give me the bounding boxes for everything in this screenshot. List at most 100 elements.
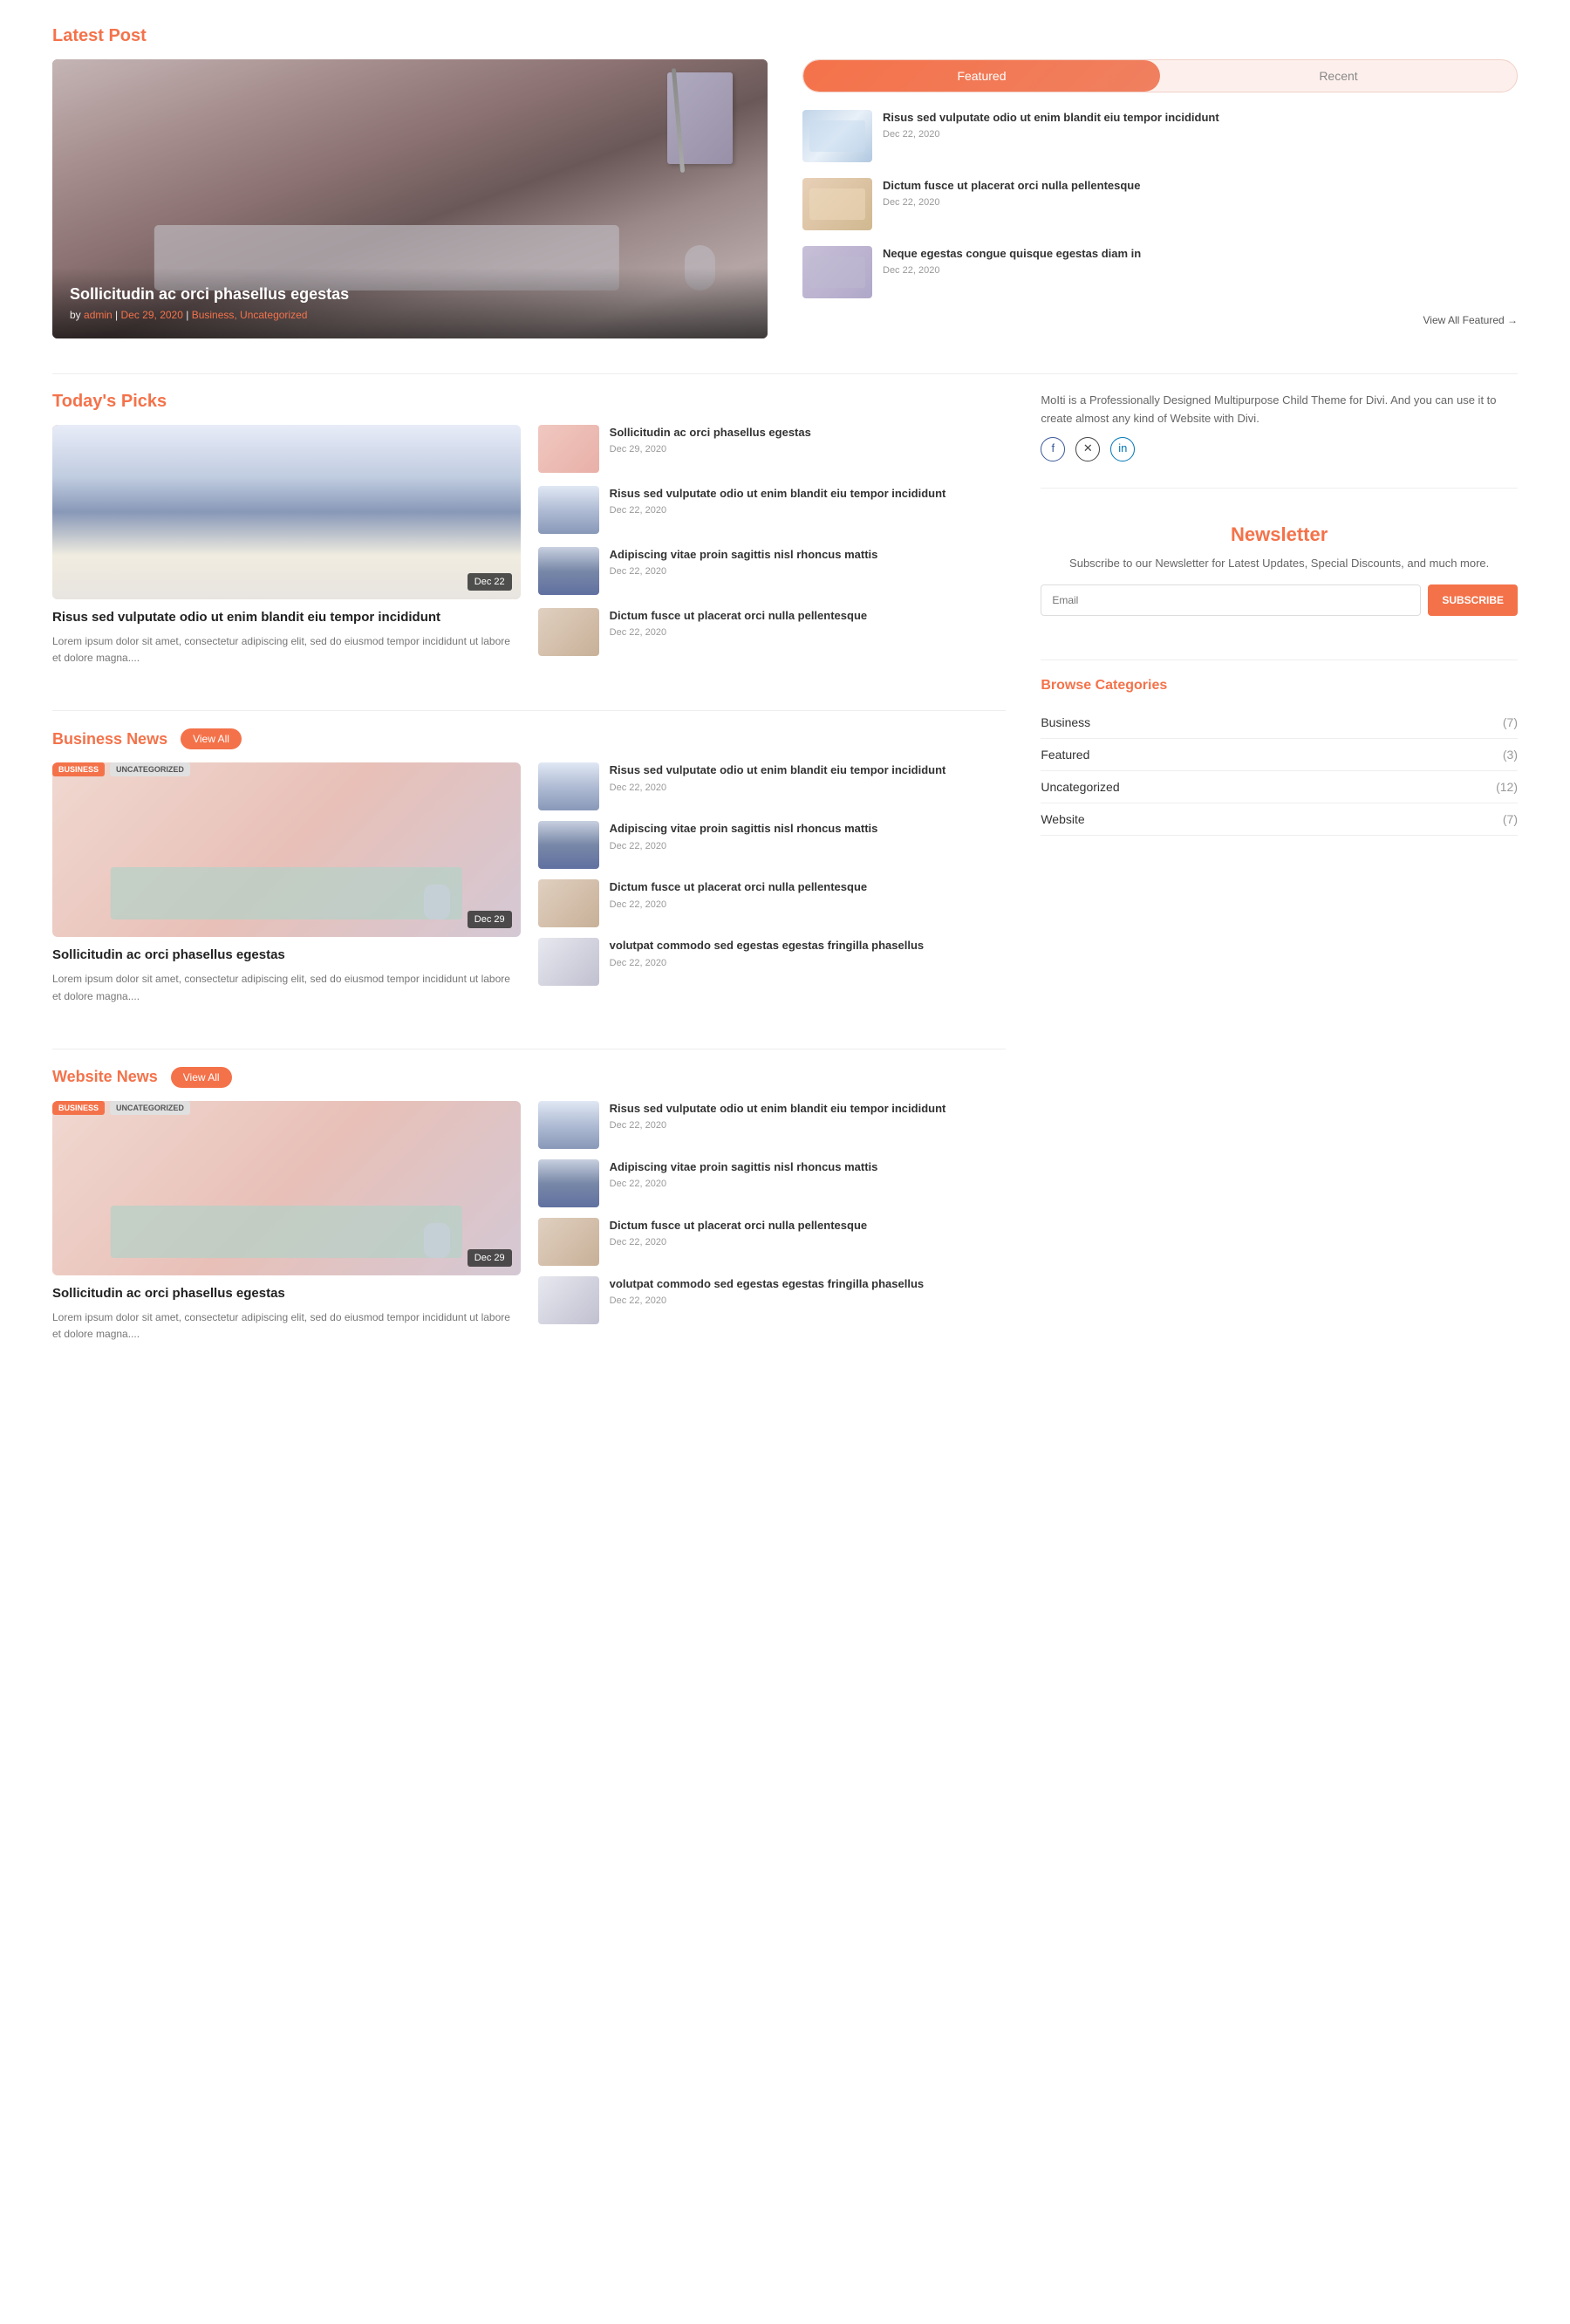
todays-picks-section: Today's Picks BUSINESS FEATURED UNCATEGO… (52, 392, 1006, 675)
website-main-post[interactable]: BUSINESS UNCATEGORIZED Dec 29 Sollicitud… (52, 1101, 521, 1351)
newsletter-title: Newsletter (1041, 523, 1518, 546)
social-twitter-icon[interactable]: ✕ (1075, 437, 1100, 461)
small-post-title: Dictum fusce ut placerat orci nulla pell… (610, 879, 1007, 895)
small-post-item[interactable]: Risus sed vulputate odio ut enim blandit… (538, 486, 1007, 534)
small-post-item[interactable]: Risus sed vulputate odio ut enim blandit… (538, 1101, 1007, 1149)
picks-main-title: Risus sed vulputate odio ut enim blandit… (52, 608, 521, 626)
small-post-thumb (538, 1159, 599, 1207)
category-count: (7) (1503, 812, 1518, 826)
small-post-item[interactable]: Dictum fusce ut placerat orci nulla pell… (538, 879, 1007, 927)
small-post-date: Dec 29, 2020 (610, 444, 1007, 455)
view-all-featured-anchor[interactable]: View All Featured → (1423, 314, 1519, 326)
small-post-item[interactable]: volutpat commodo sed egestas egestas fri… (538, 1276, 1007, 1324)
small-post-info: Adipiscing vitae proin sagittis nisl rho… (610, 547, 1007, 577)
small-post-item[interactable]: volutpat commodo sed egestas egestas fri… (538, 938, 1007, 986)
small-post-item[interactable]: Sollicitudin ac orci phasellus egestas D… (538, 425, 1007, 473)
website-main-image: BUSINESS UNCATEGORIZED Dec 29 (52, 1101, 521, 1275)
social-facebook-icon[interactable]: f (1041, 437, 1065, 461)
sidebar-post-item[interactable]: Risus sed vulputate odio ut enim blandit… (802, 110, 1518, 162)
website-news-header: Website News View All (52, 1067, 1006, 1088)
sidebar-about-text: MoIti is a Professionally Designed Multi… (1041, 392, 1518, 428)
business-news-grid: BUSINESS UNCATEGORIZED Dec 29 Sollicitud… (52, 762, 1006, 1013)
category-name: Business (1041, 715, 1090, 729)
small-post-info: Dictum fusce ut placerat orci nulla pell… (610, 1218, 1007, 1247)
small-post-thumb (538, 1101, 599, 1149)
business-main-post[interactable]: BUSINESS UNCATEGORIZED Dec 29 Sollicitud… (52, 762, 521, 1013)
featured-post-card[interactable]: Sollicitudin ac orci phasellus egestas b… (52, 59, 768, 338)
category-item[interactable]: Uncategorized (12) (1041, 771, 1518, 803)
small-post-thumb (538, 821, 599, 869)
featured-post-card-meta: by admin | Dec 29, 2020 | Business, Unca… (70, 309, 750, 321)
social-linkedin-icon[interactable]: in (1110, 437, 1135, 461)
small-post-info: Risus sed vulputate odio ut enim blandit… (610, 486, 1007, 516)
newsletter-widget: Newsletter Subscribe to our Newsletter f… (1041, 506, 1518, 634)
category-item[interactable]: Featured (3) (1041, 739, 1518, 771)
website-news-accent: Website (52, 1068, 113, 1085)
small-post-date: Dec 22, 2020 (610, 899, 1007, 910)
small-post-item[interactable]: Dictum fusce ut placerat orci nulla pell… (538, 608, 1007, 656)
todays-picks-accent: Picks (121, 392, 167, 411)
category-item[interactable]: Website (7) (1041, 803, 1518, 836)
main-content: Today's Picks BUSINESS FEATURED UNCATEGO… (52, 392, 1006, 1386)
business-main-info: Sollicitudin ac orci phasellus egestas L… (52, 937, 521, 1013)
business-news-view-all[interactable]: View All (181, 728, 242, 749)
tag-uncategorized: UNCATEGORIZED (110, 1101, 190, 1115)
small-post-info: Risus sed vulputate odio ut enim blandit… (610, 762, 1007, 792)
small-post-title: Dictum fusce ut placerat orci nulla pell… (610, 1218, 1007, 1234)
picks-main-post[interactable]: BUSINESS FEATURED UNCATEGORIZED Dec 22 R… (52, 425, 521, 675)
social-icons: f ✕ in (1041, 437, 1518, 461)
business-news-title: Business News (52, 730, 167, 748)
sidebar-featured-widget: Featured Recent Risus sed vulputate odio… (802, 59, 1518, 328)
small-post-item[interactable]: Adipiscing vitae proin sagittis nisl rho… (538, 547, 1007, 595)
sidebar-post-title: Risus sed vulputate odio ut enim blandit… (883, 110, 1518, 126)
date-badge: Dec 22 (468, 573, 512, 591)
category-count: (3) (1503, 748, 1518, 762)
sidebar-post-thumb (802, 178, 872, 230)
small-post-info: Dictum fusce ut placerat orci nulla pell… (610, 608, 1007, 638)
small-post-thumb (538, 879, 599, 927)
small-post-date: Dec 22, 2020 (610, 841, 1007, 851)
small-post-info: Sollicitudin ac orci phasellus egestas D… (610, 425, 1007, 455)
small-post-date: Dec 22, 2020 (610, 505, 1007, 516)
sidebar-posts-list: Risus sed vulputate odio ut enim blandit… (802, 110, 1518, 298)
business-main-image: BUSINESS UNCATEGORIZED Dec 29 (52, 762, 521, 937)
website-main-title: Sollicitudin ac orci phasellus egestas (52, 1284, 521, 1302)
newsletter-form: SUBSCRIBE (1041, 584, 1518, 616)
small-post-info: Adipiscing vitae proin sagittis nisl rho… (610, 821, 1007, 851)
small-post-title: Adipiscing vitae proin sagittis nisl rho… (610, 1159, 1007, 1175)
category-name: Website (1041, 812, 1084, 826)
categories-title: Browse Categories (1041, 678, 1518, 694)
sidebar-post-item[interactable]: Dictum fusce ut placerat orci nulla pell… (802, 178, 1518, 230)
tab-recent[interactable]: Recent (1160, 60, 1517, 92)
small-post-item[interactable]: Adipiscing vitae proin sagittis nisl rho… (538, 821, 1007, 869)
page-wrapper: Latest Post Sollicitudi (0, 0, 1570, 1412)
website-news-view-all[interactable]: View All (171, 1067, 232, 1088)
featured-post-author: admin (84, 309, 113, 321)
latest-post-title-accent: Post (108, 26, 146, 45)
small-post-item[interactable]: Adipiscing vitae proin sagittis nisl rho… (538, 1159, 1007, 1207)
latest-post-grid: Sollicitudin ac orci phasellus egestas b… (52, 59, 1518, 338)
sidebar-post-item[interactable]: Neque egestas congue quisque egestas dia… (802, 246, 1518, 298)
small-post-info: volutpat commodo sed egestas egestas fri… (610, 938, 1007, 967)
tag-business: BUSINESS (52, 1101, 105, 1115)
small-post-date: Dec 22, 2020 (610, 1179, 1007, 1189)
category-name: Uncategorized (1041, 780, 1119, 794)
small-post-title: Adipiscing vitae proin sagittis nisl rho… (610, 821, 1007, 837)
date-badge: Dec 29 (468, 1249, 512, 1267)
small-post-thumb (538, 425, 599, 473)
newsletter-subscribe-button[interactable]: SUBSCRIBE (1428, 584, 1518, 616)
small-post-item[interactable]: Risus sed vulputate odio ut enim blandit… (538, 762, 1007, 810)
picks-main-image: BUSINESS FEATURED UNCATEGORIZED Dec 22 (52, 425, 521, 599)
small-post-info: volutpat commodo sed egestas egestas fri… (610, 1276, 1007, 1306)
sidebar-post-info: Dictum fusce ut placerat orci nulla pell… (883, 178, 1518, 208)
small-post-item[interactable]: Dictum fusce ut placerat orci nulla pell… (538, 1218, 1007, 1266)
tab-featured[interactable]: Featured (803, 60, 1160, 92)
category-item[interactable]: Business (7) (1041, 707, 1518, 739)
category-count: (7) (1503, 715, 1518, 729)
newsletter-email-input[interactable] (1041, 584, 1421, 616)
sidebar-post-thumb (802, 246, 872, 298)
view-all-featured-link[interactable]: View All Featured → (802, 314, 1518, 328)
small-post-thumb (538, 762, 599, 810)
right-sidebar: MoIti is a Professionally Designed Multi… (1041, 392, 1518, 1386)
small-post-info: Dictum fusce ut placerat orci nulla pell… (610, 879, 1007, 909)
